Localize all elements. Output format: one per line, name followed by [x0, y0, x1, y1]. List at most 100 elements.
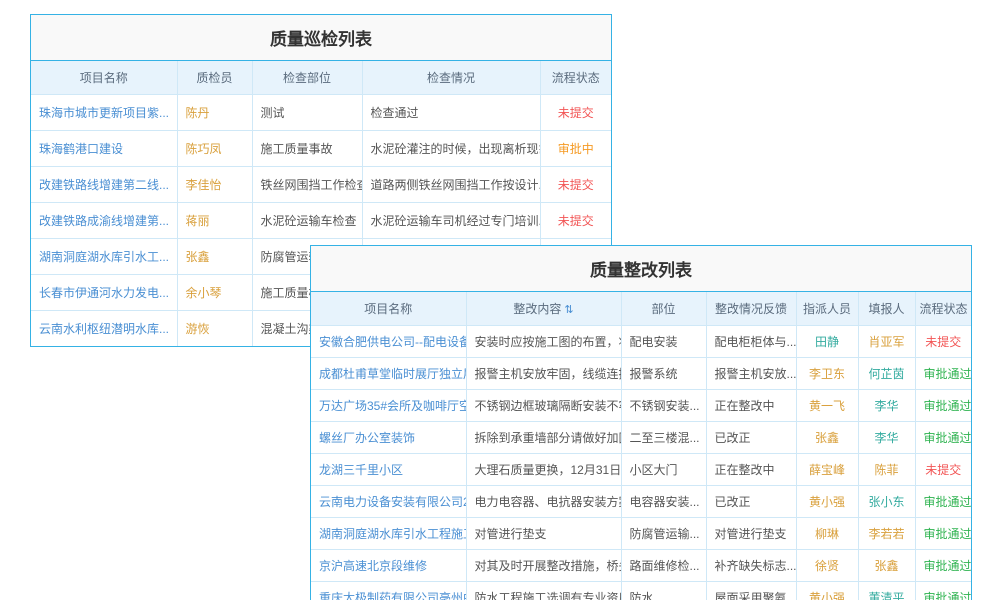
project-name-link[interactable]: 湖南洞庭湖水库引水工...: [31, 239, 177, 275]
project-name-link[interactable]: 长春市伊通河水力发电...: [31, 275, 177, 311]
page-canvas: 质量巡检列表 项目名称质检员检查部位检查情况流程状态 珠海市城市更新项目紫...…: [0, 0, 1000, 600]
rectification-panel: 质量整改列表 项目名称整改内容⇅部位整改情况反馈指派人员填报人流程状态 安徽合肥…: [310, 245, 972, 600]
table-row: 改建铁路线增建第二线...李佳怡铁丝网围挡工作检查道路两侧铁丝网围挡工作按设计.…: [31, 167, 611, 203]
rectify-part: 配电安装: [621, 326, 706, 358]
reporter-name: 张小东: [858, 486, 915, 518]
column-header-label: 指派人员: [803, 302, 851, 316]
assignee-name: 黄一飞: [796, 390, 858, 422]
assignee-name: 张鑫: [796, 422, 858, 454]
assignee-name: 徐贤: [796, 550, 858, 582]
reporter-name: 张鑫: [858, 550, 915, 582]
column-header: 部位: [621, 292, 706, 326]
rectify-content: 电力电容器、电抗器安装方案...: [466, 486, 621, 518]
column-header-label: 检查部位: [283, 71, 331, 85]
project-name-link[interactable]: 改建铁路线增建第二线...: [31, 167, 177, 203]
assignee-name: 薛宝峰: [796, 454, 858, 486]
status-badge: 审批中: [540, 131, 611, 167]
rectify-feedback: 配电柜柜体与...: [706, 326, 796, 358]
rectify-content: 报警主机安放牢固，线缆连接...: [466, 358, 621, 390]
rectify-part: 不锈钢安装...: [621, 390, 706, 422]
inspection-part: 水泥砼运输车检查: [252, 203, 362, 239]
column-header: 质检员: [177, 61, 252, 95]
inspector-name: 陈巧凤: [177, 131, 252, 167]
reporter-name: 陈菲: [858, 454, 915, 486]
table-row: 珠海鹤港口建设陈巧凤施工质量事故水泥砼灌注的时候，出现离析现象审批中: [31, 131, 611, 167]
rectify-feedback: 对管进行垫支: [706, 518, 796, 550]
rectify-part: 防腐管运输...: [621, 518, 706, 550]
status-badge: 审批通过: [915, 390, 971, 422]
rectify-feedback: 已改正: [706, 486, 796, 518]
project-name-link[interactable]: 成都杜甫草堂临时展厅独立展...: [311, 358, 466, 390]
status-badge: 未提交: [540, 167, 611, 203]
column-header: 项目名称: [31, 61, 177, 95]
rectify-content: 不锈钢边框玻璃隔断安装不牢...: [466, 390, 621, 422]
column-header-label: 整改情况反馈: [715, 302, 787, 316]
inspection-part: 铁丝网围挡工作检查: [252, 167, 362, 203]
rectify-feedback: 已改正: [706, 422, 796, 454]
column-header-label: 流程状态: [552, 71, 600, 85]
sort-icon[interactable]: ⇅: [564, 304, 573, 316]
project-name-link[interactable]: 万达广场35#会所及咖啡厅空...: [311, 390, 466, 422]
project-name-link[interactable]: 云南电力设备安装有限公司20...: [311, 486, 466, 518]
rectify-content: 防水工程施工选调有专业资质...: [466, 582, 621, 600]
assignee-name: 李卫东: [796, 358, 858, 390]
rectify-content: 对其及时开展整改措施，桥头...: [466, 550, 621, 582]
column-header-label: 质检员: [196, 71, 232, 85]
rectify-content: 对管进行垫支: [466, 518, 621, 550]
inspector-name: 李佳怡: [177, 167, 252, 203]
rectify-part: 小区大门: [621, 454, 706, 486]
status-badge: 未提交: [540, 203, 611, 239]
project-name-link[interactable]: 湖南洞庭湖水库引水工程施工1标: [311, 518, 466, 550]
status-badge: 审批通过: [915, 422, 971, 454]
rectify-feedback: 正在整改中: [706, 454, 796, 486]
column-header-label: 填报人: [868, 302, 904, 316]
reporter-name: 董清平: [858, 582, 915, 600]
project-name-link[interactable]: 螺丝厂办公室装饰: [311, 422, 466, 454]
project-name-link[interactable]: 云南水利枢纽潜明水库...: [31, 311, 177, 347]
rectify-content: 拆除到承重墙部分请做好加固...: [466, 422, 621, 454]
assignee-name: 田静: [796, 326, 858, 358]
inspector-name: 蒋丽: [177, 203, 252, 239]
column-header-label: 部位: [651, 302, 675, 316]
project-name-link[interactable]: 珠海鹤港口建设: [31, 131, 177, 167]
project-name-link[interactable]: 珠海市城市更新项目紫...: [31, 95, 177, 131]
rectify-part: 二至三楼混...: [621, 422, 706, 454]
reporter-name: 李若若: [858, 518, 915, 550]
table-row: 龙湖三千里小区大理石质量更换，12月31日之...小区大门正在整改中薛宝峰陈菲未…: [311, 454, 971, 486]
column-header: 流程状态: [915, 292, 971, 326]
project-name-link[interactable]: 重庆太极制药有限公司亳州中...: [311, 582, 466, 600]
project-name-link[interactable]: 改建铁路成渝线增建第...: [31, 203, 177, 239]
project-name-link[interactable]: 龙湖三千里小区: [311, 454, 466, 486]
assignee-name: 黄小强: [796, 582, 858, 600]
inspector-name: 张鑫: [177, 239, 252, 275]
table-row: 万达广场35#会所及咖啡厅空...不锈钢边框玻璃隔断安装不牢...不锈钢安装..…: [311, 390, 971, 422]
table-row: 京沪高速北京段维修对其及时开展整改措施，桥头...路面维修检...补齐缺失标志.…: [311, 550, 971, 582]
rectification-table: 项目名称 整改内容⇅ 部位 整改情况反馈 指派人员 填报人 流程状态 安徽合肥供电公司--配…: [311, 292, 971, 600]
status-badge: 审批通过: [915, 582, 971, 600]
rectify-content: 大理石质量更换，12月31日之...: [466, 454, 621, 486]
header-row: 项目名称质检员检查部位检查情况流程状态: [31, 61, 611, 95]
status-badge: 未提交: [915, 326, 971, 358]
reporter-name: 何芷茵: [858, 358, 915, 390]
rectify-content: 安装时应按施工图的布置，将...: [466, 326, 621, 358]
project-name-link[interactable]: 安徽合肥供电公司--配电设备...: [311, 326, 466, 358]
reporter-name: 李华: [858, 390, 915, 422]
column-header-label: 项目名称: [364, 302, 412, 316]
column-header[interactable]: 整改内容⇅: [466, 292, 621, 326]
inspection-part: 施工质量事故: [252, 131, 362, 167]
table-row: 螺丝厂办公室装饰拆除到承重墙部分请做好加固...二至三楼混...已改正张鑫李华审…: [311, 422, 971, 454]
rectification-table-header: 项目名称 整改内容⇅ 部位 整改情况反馈 指派人员 填报人 流程状态: [311, 292, 971, 326]
column-header: 项目名称: [311, 292, 466, 326]
status-badge: 审批通过: [915, 518, 971, 550]
column-header: 整改情况反馈: [706, 292, 796, 326]
inspection-result: 检查通过: [362, 95, 540, 131]
rectify-feedback: 报警主机安放...: [706, 358, 796, 390]
status-badge: 审批通过: [915, 486, 971, 518]
table-row: 珠海市城市更新项目紫...陈丹测试检查通过未提交: [31, 95, 611, 131]
project-name-link[interactable]: 京沪高速北京段维修: [311, 550, 466, 582]
rectification-table-body: 安徽合肥供电公司--配电设备...安装时应按施工图的布置，将...配电安装配电柜…: [311, 326, 971, 600]
table-row: 云南电力设备安装有限公司20...电力电容器、电抗器安装方案...电容器安装..…: [311, 486, 971, 518]
inspector-name: 余小琴: [177, 275, 252, 311]
column-header-label: 流程状态: [920, 302, 968, 316]
table-row: 重庆太极制药有限公司亳州中...防水工程施工选调有专业资质...防水屋面采用聚氨…: [311, 582, 971, 600]
